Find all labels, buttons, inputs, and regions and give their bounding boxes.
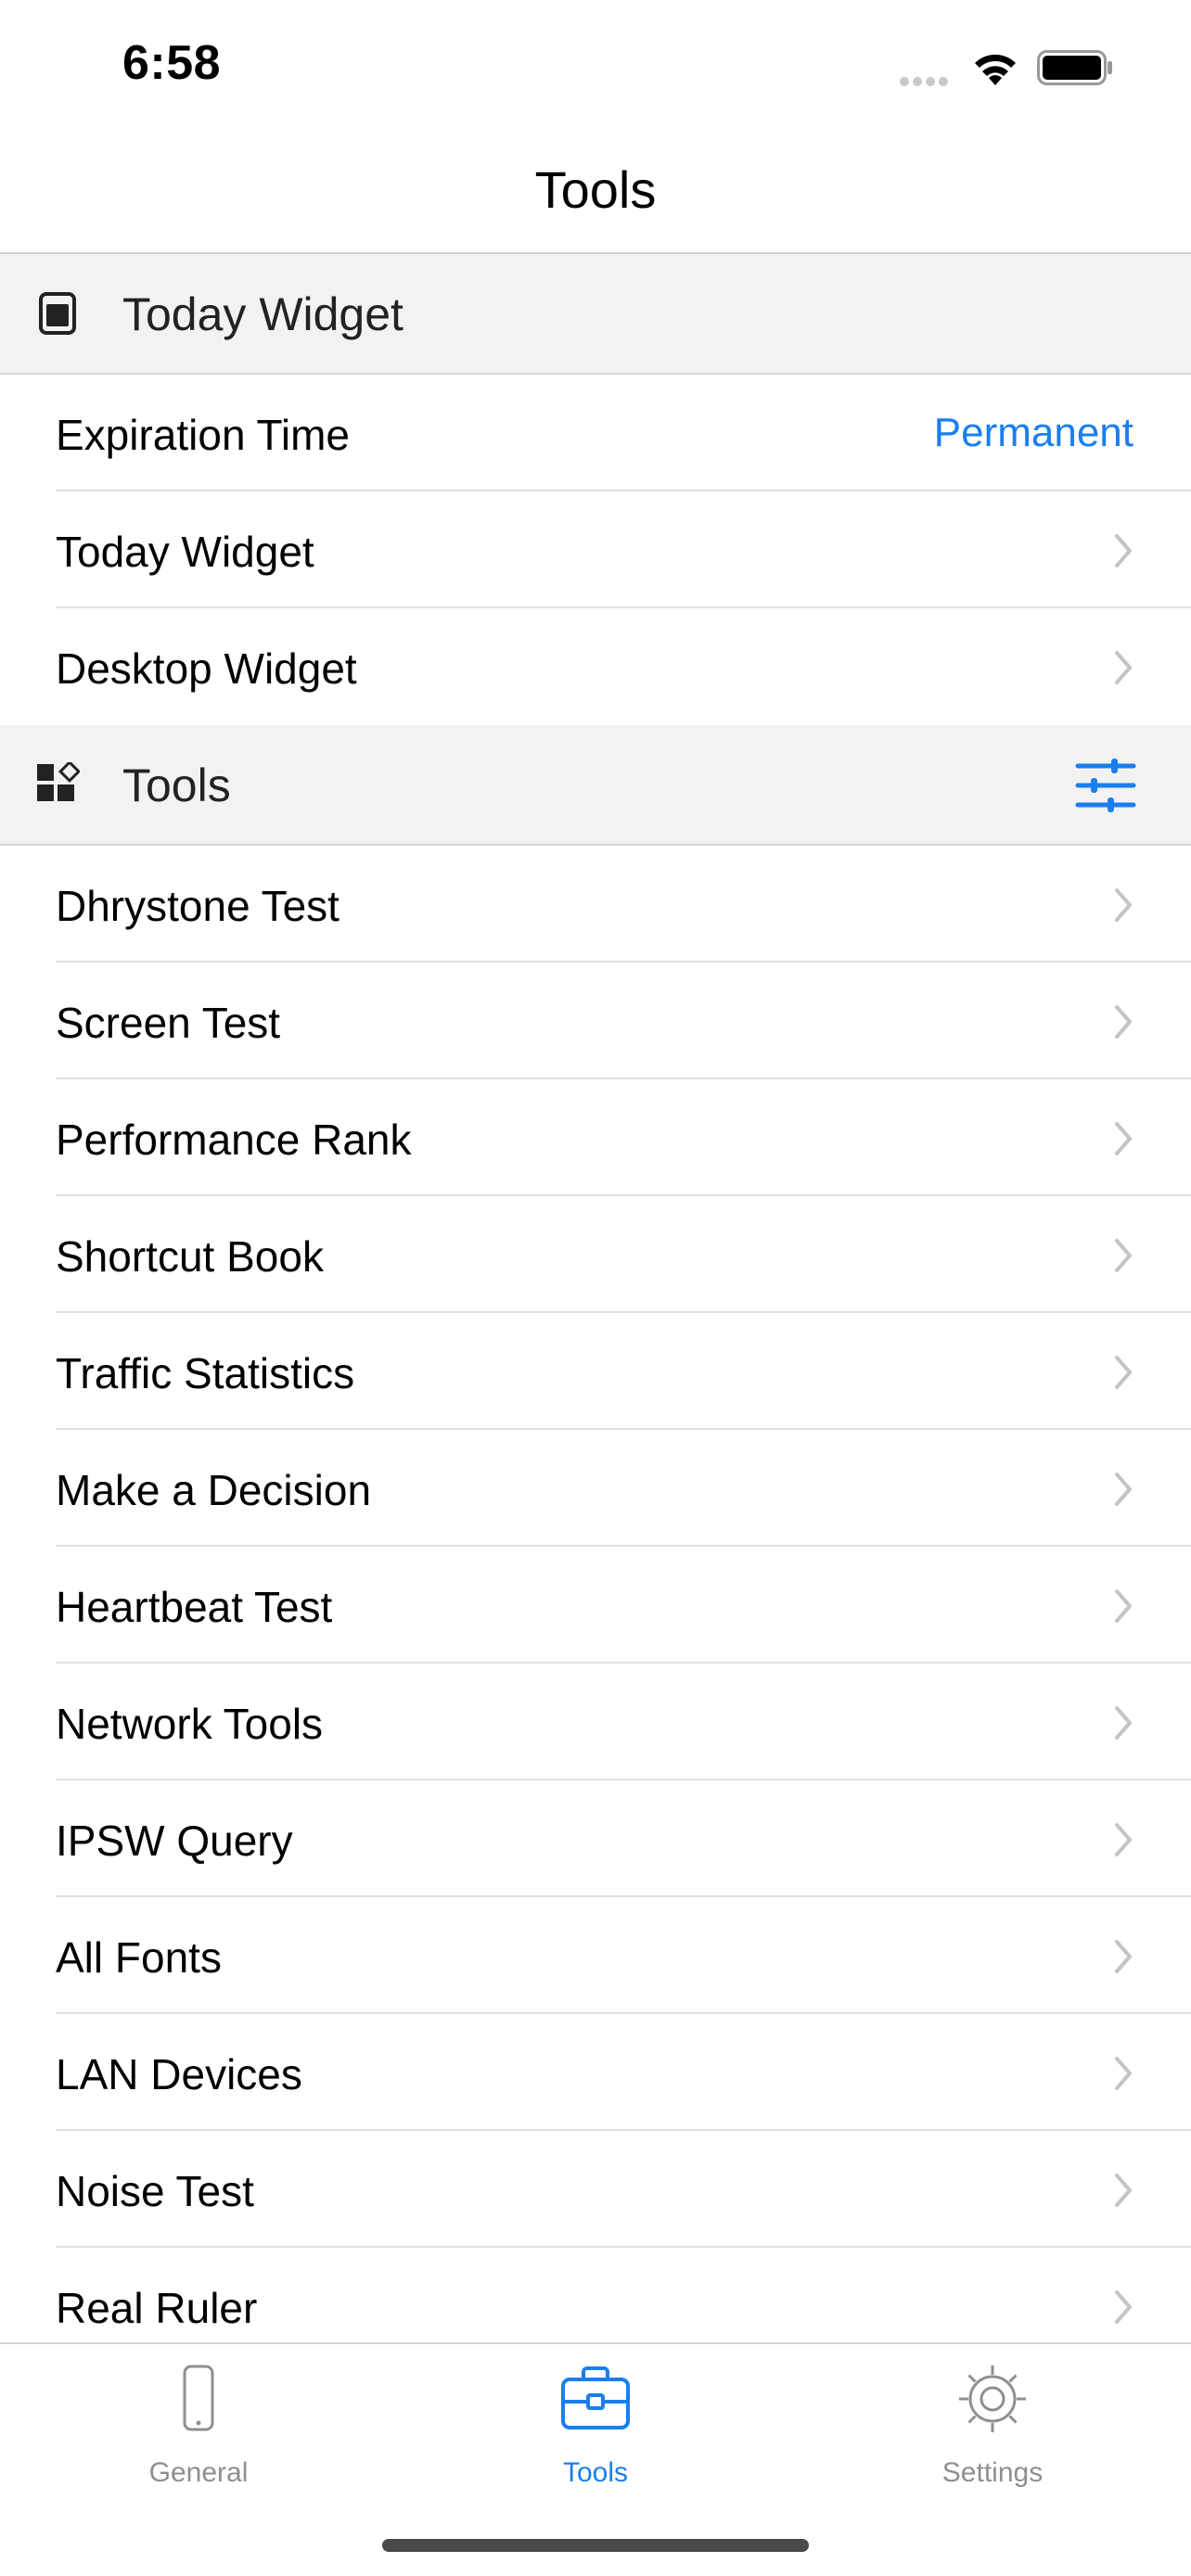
chevron-right-icon — [1115, 2290, 1132, 2324]
row-label: Today Widget — [56, 528, 314, 576]
chevron-right-icon — [1115, 2174, 1132, 2207]
chevron-right-icon — [1115, 1589, 1132, 1623]
tool-row[interactable]: IPSW Query — [0, 1780, 1191, 1897]
tool-row[interactable]: Traffic Statistics — [0, 1313, 1191, 1430]
expiration-time-row[interactable]: Expiration Time Permanent — [0, 375, 1191, 491]
chevron-right-icon — [1115, 1940, 1132, 1973]
chevron-right-icon — [1115, 651, 1132, 684]
chevron-right-icon — [1115, 1356, 1132, 1389]
section-title: Tools — [122, 759, 231, 811]
chevron-right-icon — [1115, 2057, 1132, 2090]
apps-icon — [37, 762, 80, 801]
row-label: Noise Test — [56, 2167, 254, 2215]
chevron-right-icon — [1115, 888, 1132, 922]
chevron-right-icon — [1115, 1823, 1132, 1856]
status-bar: 6:58 — [0, 0, 1191, 139]
desktop-widget-row[interactable]: Desktop Widget — [0, 608, 1191, 725]
chevron-right-icon — [1115, 1239, 1132, 1272]
tool-row[interactable]: Shortcut Book — [0, 1196, 1191, 1313]
toolbox-icon — [561, 2366, 630, 2429]
section-header-tools: Tools — [0, 725, 1191, 846]
page-title: Tools — [534, 160, 657, 219]
row-label: Real Ruler — [56, 2284, 258, 2332]
row-label: Dhrystone Test — [56, 882, 339, 930]
row-label: Screen Test — [56, 999, 281, 1047]
tool-row[interactable]: Network Tools — [0, 1664, 1191, 1780]
navigation-bar: Tools — [0, 139, 1191, 254]
row-label: Network Tools — [56, 1700, 324, 1748]
cellular-signal-icon — [900, 74, 952, 91]
home-indicator — [382, 2539, 809, 2552]
tool-row[interactable]: Dhrystone Test — [0, 846, 1191, 963]
row-label: Performance Rank — [56, 1116, 412, 1164]
sliders-icon[interactable] — [1074, 757, 1137, 814]
tool-row[interactable]: Heartbeat Test — [0, 1547, 1191, 1664]
chevron-right-icon — [1115, 534, 1132, 567]
tab-general[interactable]: General — [0, 2344, 397, 2530]
row-label: Make a Decision — [56, 1466, 372, 1514]
chevron-right-icon — [1115, 1005, 1132, 1039]
tool-row[interactable]: Performance Rank — [0, 1079, 1191, 1196]
gear-icon — [959, 2366, 1026, 2432]
row-label: Shortcut Book — [56, 1232, 324, 1281]
tab-label: Settings — [941, 2457, 1044, 2488]
status-time: 6:58 — [122, 36, 222, 90]
tab-settings[interactable]: Settings — [794, 2344, 1191, 2530]
chevron-right-icon — [1115, 1122, 1132, 1155]
row-label: Traffic Statistics — [56, 1349, 355, 1397]
tab-label: General — [148, 2457, 249, 2488]
phone-icon — [183, 2365, 214, 2431]
row-label: All Fonts — [56, 1933, 222, 1982]
chevron-right-icon — [1115, 1473, 1132, 1506]
expiration-time-value[interactable]: Permanent — [934, 410, 1133, 456]
row-label: Expiration Time — [56, 411, 351, 459]
wifi-icon — [975, 54, 1016, 85]
row-label: IPSW Query — [56, 1817, 293, 1865]
row-label: Desktop Widget — [56, 644, 357, 693]
section-title: Today Widget — [122, 288, 403, 340]
tool-row[interactable]: LAN Devices — [0, 2014, 1191, 2131]
row-label: LAN Devices — [56, 2050, 302, 2098]
tool-row[interactable]: Screen Test — [0, 963, 1191, 1079]
tool-row[interactable]: Noise Test — [0, 2131, 1191, 2248]
widget-icon — [39, 292, 76, 335]
tool-row[interactable]: All Fonts — [0, 1897, 1191, 2014]
tab-tools[interactable]: Tools — [397, 2344, 794, 2530]
tool-row[interactable]: Make a Decision — [0, 1430, 1191, 1547]
chevron-right-icon — [1115, 1706, 1132, 1740]
today-widget-row[interactable]: Today Widget — [0, 491, 1191, 608]
section-header-today-widget: Today Widget — [0, 254, 1191, 375]
row-label: Heartbeat Test — [56, 1583, 333, 1631]
tab-label: Tools — [562, 2457, 629, 2488]
battery-icon — [1037, 50, 1112, 85]
